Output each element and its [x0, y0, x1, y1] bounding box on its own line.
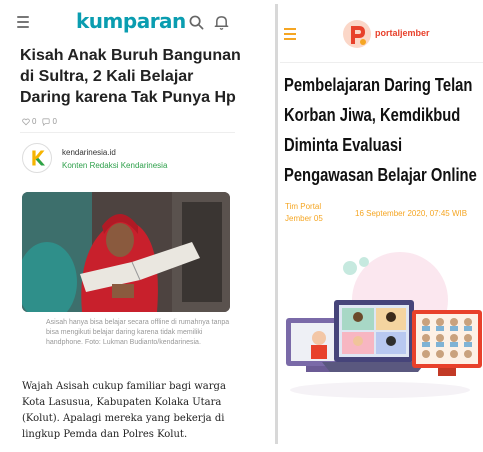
menu-icon[interactable] [284, 28, 296, 40]
author-avatar[interactable] [22, 143, 52, 173]
app-header: kumparan [0, 8, 252, 38]
portaljember-article-screen: portaljember Pembelajaran Daring Telan K… [280, 0, 483, 452]
comment-button[interactable]: 0 [42, 117, 57, 126]
author-subtitle: Konten Redaksi Kendarinesia [62, 161, 168, 170]
article-photo [22, 192, 230, 312]
brand-logo[interactable]: portaljember [375, 28, 430, 38]
publish-date: 16 September 2020, 07:45 WIB [355, 209, 468, 218]
divider [280, 62, 483, 63]
bell-icon[interactable] [214, 14, 229, 31]
comment-icon [42, 117, 51, 126]
panel-divider [275, 4, 278, 444]
search-icon[interactable] [189, 15, 204, 30]
portaljember-logo-icon[interactable] [342, 19, 372, 49]
divider [20, 132, 235, 133]
comment-count: 0 [52, 117, 57, 126]
article-illustration [280, 240, 483, 420]
article-body: Wajah Asisah cukup familiar bagi warga K… [22, 381, 226, 440]
heart-icon [22, 118, 30, 125]
kumparan-article-screen: kumparan Kisah Anak Buruh Bangunan di Su… [0, 0, 252, 452]
like-count: 0 [32, 117, 37, 126]
menu-icon[interactable] [17, 16, 29, 28]
brand-logo[interactable]: kumparan [76, 9, 186, 33]
author-line-1: Tim Portal [285, 202, 322, 211]
article-title: Kisah Anak Buruh Bangunan di Sultra, 2 K… [20, 47, 241, 106]
article-title: Pembelajaran Daring Telan Korban Jiwa, K… [284, 75, 477, 185]
photo-caption: Asisah hanya bisa belajar secara offline… [46, 319, 230, 346]
author-name[interactable]: kendarinesia.id [62, 148, 116, 157]
like-button[interactable]: 0 [22, 117, 36, 126]
reaction-bar: 0 0 [22, 117, 57, 126]
author-line-2: Jember 05 [285, 214, 323, 223]
article-author[interactable]: Tim Portal Jember 05 [285, 201, 345, 225]
